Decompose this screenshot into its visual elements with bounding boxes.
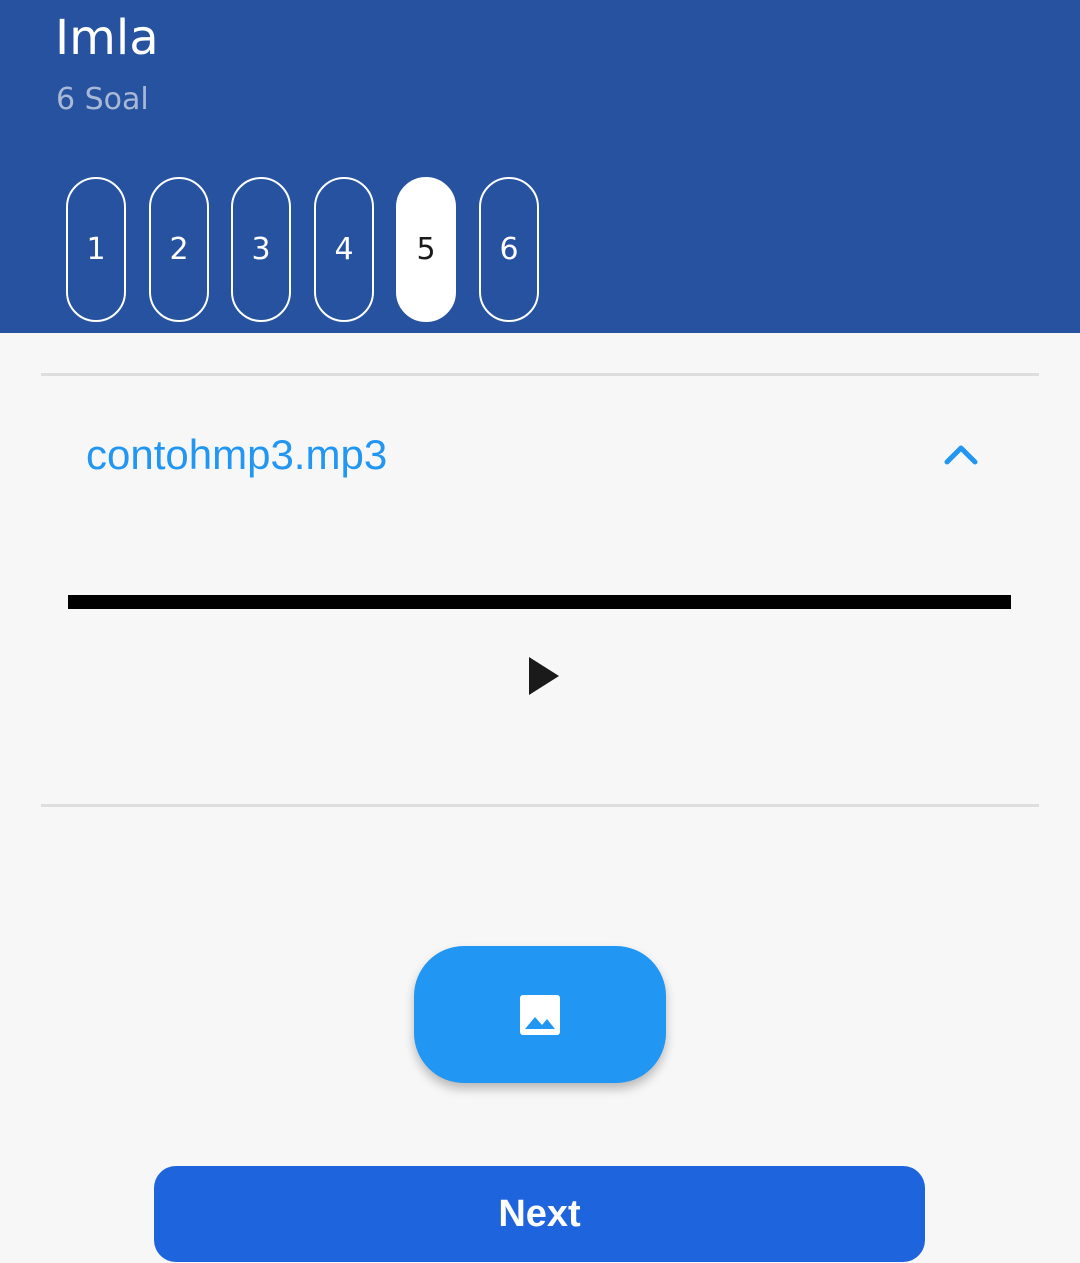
- question-pill-3[interactable]: 3: [231, 177, 291, 322]
- question-pill-5[interactable]: 5: [396, 177, 456, 322]
- question-pill-6[interactable]: 6: [479, 177, 539, 322]
- question-pill-4[interactable]: 4: [314, 177, 374, 322]
- question-pill-1[interactable]: 1: [66, 177, 126, 322]
- chevron-up-icon[interactable]: [943, 438, 979, 468]
- image-button[interactable]: [414, 946, 666, 1083]
- question-pill-2[interactable]: 2: [149, 177, 209, 322]
- audio-progress-track[interactable]: [68, 595, 1011, 609]
- bottom-divider: [41, 804, 1039, 807]
- audio-file-name: contohmp3.mp3: [86, 431, 388, 478]
- header: Imla 6 Soal 1 2 3 4 5 6: [0, 0, 1080, 333]
- image-icon: [520, 994, 560, 1035]
- top-divider: [41, 373, 1039, 376]
- audio-file-header[interactable]: contohmp3.mp3: [41, 378, 1039, 528]
- question-count: 6 Soal: [56, 82, 149, 117]
- play-icon[interactable]: [523, 655, 563, 697]
- page-title: Imla: [55, 10, 159, 66]
- next-button[interactable]: Next: [154, 1166, 925, 1262]
